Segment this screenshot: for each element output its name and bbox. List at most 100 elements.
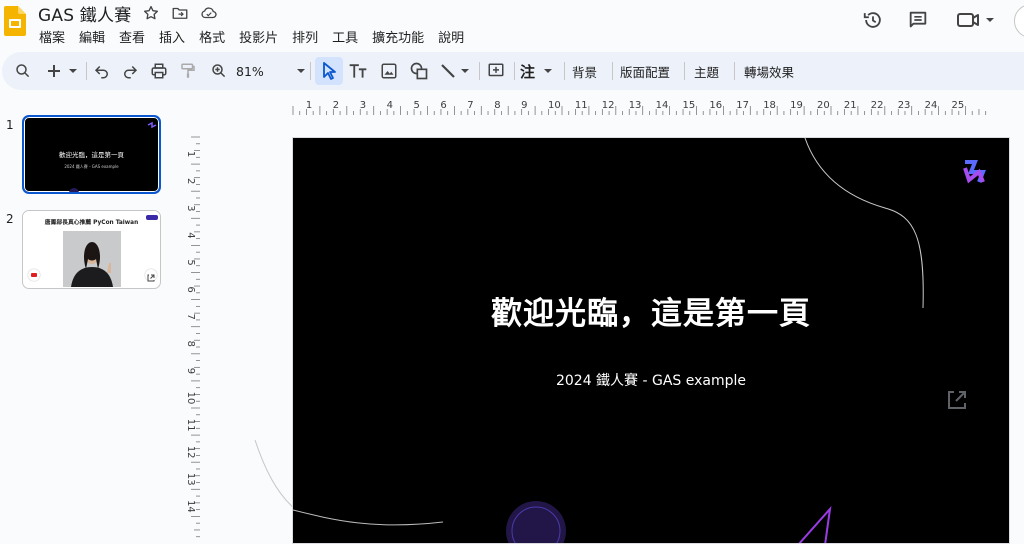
ruler-label: 12	[185, 446, 196, 459]
cursor-arrow-icon	[323, 62, 336, 80]
zoom-select[interactable]: 81%	[236, 59, 306, 83]
menu-slide[interactable]: 投影片	[232, 27, 285, 46]
meet-camera-icon[interactable]	[956, 9, 996, 31]
menu-bar: 檔案 編輯 查看 插入 格式 投影片 排列 工具 擴充功能 說明	[32, 27, 471, 46]
ruler-label: 3	[185, 205, 196, 211]
ruler-label: 16	[709, 100, 722, 111]
google-slides-logo[interactable]	[4, 6, 26, 36]
ruler-label: 20	[817, 100, 830, 111]
select-tool-button[interactable]	[315, 57, 343, 85]
slide-number: 2	[6, 212, 14, 226]
comments-icon[interactable]	[907, 9, 929, 31]
zoom-icon[interactable]	[208, 59, 230, 83]
star-icon[interactable]	[142, 4, 160, 22]
ruler-label: 9	[521, 100, 527, 111]
ruler-label: 8	[494, 100, 500, 111]
ruler-label: 10	[548, 100, 561, 111]
background-button[interactable]: 背景	[572, 59, 597, 83]
undo-icon[interactable]	[92, 59, 112, 83]
toolbar: 81% 注 背景 版面配置 主題 轉場效果	[2, 52, 1024, 90]
ruler-label: 2	[333, 100, 339, 111]
account-avatar[interactable]	[1014, 4, 1024, 38]
layout-button[interactable]: 版面配置	[620, 59, 670, 83]
insert-comment-icon[interactable]	[485, 59, 507, 83]
ruler-label: 22	[871, 100, 884, 111]
search-menus-icon[interactable]	[12, 59, 34, 83]
ruler-label: 18	[763, 100, 776, 111]
ruler-label: 10	[185, 392, 196, 405]
current-slide[interactable]: 歡迎光臨，這是第一頁 2024 鐵人賽 - GAS example	[292, 137, 1010, 544]
ruler-label: 11	[575, 100, 588, 111]
slide-number: 1	[6, 118, 14, 132]
print-icon[interactable]	[148, 59, 170, 83]
speaker-figure	[63, 231, 121, 287]
ruler-label: 1	[185, 151, 196, 157]
ruler-label: 2	[185, 178, 196, 184]
document-title[interactable]: GAS 鐵人賽	[38, 1, 131, 26]
menu-file[interactable]: 檔案	[32, 27, 72, 46]
ruler-label: 6	[440, 100, 446, 111]
transition-button[interactable]: 轉場效果	[744, 59, 794, 83]
version-history-icon[interactable]	[862, 9, 884, 31]
ruler-label: 9	[185, 368, 196, 374]
chevron-down-icon	[297, 69, 305, 73]
menu-format[interactable]: 格式	[192, 27, 232, 46]
thumbnail-decoration	[69, 121, 157, 192]
new-slide-button[interactable]	[44, 59, 80, 83]
open-in-new-icon[interactable]	[945, 388, 969, 412]
ruler-label: 17	[736, 100, 749, 111]
cloud-saved-icon[interactable]	[200, 4, 218, 22]
text-box-icon[interactable]	[347, 59, 369, 83]
background-label: 背景	[572, 64, 598, 80]
menu-insert[interactable]: 插入	[152, 27, 192, 46]
slide-subtitle[interactable]: 2024 鐵人賽 - GAS example	[293, 370, 1009, 390]
thumbnail-badge	[146, 215, 158, 220]
move-to-folder-icon[interactable]	[171, 4, 189, 22]
menu-arrange[interactable]: 排列	[285, 27, 325, 46]
ruler-label: 13	[629, 100, 642, 111]
insert-image-icon[interactable]	[378, 59, 400, 83]
ruler-label: 21	[844, 100, 857, 111]
ruler-label: 4	[185, 232, 196, 238]
slide-decoration	[293, 138, 986, 543]
redo-icon[interactable]	[120, 59, 140, 83]
slide-thumbnail-1[interactable]: 歡迎光臨，這是第一頁 2024 鐵人賽 - GAS example	[22, 115, 161, 194]
transition-label: 轉場效果	[744, 64, 795, 80]
ruler-label: 12	[602, 100, 615, 111]
vertical-ruler[interactable]: 1 2 3 4 5 6 7 8 9 10 11 12 13 14	[178, 115, 200, 544]
ruler-label: 19	[790, 100, 803, 111]
ruler-label: 14	[185, 500, 196, 513]
ruler-label: 23	[898, 100, 911, 111]
menu-extensions[interactable]: 擴充功能	[365, 27, 431, 46]
ruler-label: 4	[387, 100, 393, 111]
menu-help[interactable]: 說明	[431, 27, 471, 46]
thumbnail-title: 唐鳳部長真心推薦 PyCon Taiwan	[44, 220, 139, 226]
ruler-label: 7	[467, 100, 473, 111]
theme-button[interactable]: 主題	[694, 59, 719, 83]
menu-tools[interactable]: 工具	[325, 27, 365, 46]
ruler-label: 5	[185, 259, 196, 265]
ruler-label: 15	[683, 100, 696, 111]
slide-thumbnail-2[interactable]: 唐鳳部長真心推薦 PyCon Taiwan	[22, 210, 161, 289]
ruler-label: 3	[360, 100, 366, 111]
slide-title[interactable]: 歡迎光臨，這是第一頁	[293, 288, 1009, 333]
ruler-label: 5	[414, 100, 420, 111]
comment-mode-button[interactable]: 注	[520, 59, 560, 83]
ruler-label: 13	[185, 473, 196, 486]
comment-mode-label: 注	[520, 62, 536, 81]
line-tool-button[interactable]	[438, 59, 474, 83]
thumbnail-header: 唐鳳部長真心推薦 PyCon Taiwan	[23, 211, 160, 231]
menu-edit[interactable]: 編輯	[72, 27, 112, 46]
shape-icon[interactable]	[408, 59, 430, 83]
ruler-label: 6	[185, 286, 196, 292]
ruler-label: 25	[952, 100, 965, 111]
theme-label: 主題	[694, 64, 720, 80]
paint-format-icon[interactable]	[178, 59, 198, 83]
horizontal-ruler[interactable]: 1 2 3 4 5 6 7 8 9 10 11 12 13 14 15 16 17 18 19 20 21 22 23 24 2…	[200, 97, 1024, 115]
ruler-label: 14	[656, 100, 669, 111]
open-link-icon[interactable]	[145, 269, 157, 282]
youtube-icon[interactable]	[28, 269, 40, 281]
menu-view[interactable]: 查看	[112, 27, 152, 46]
ruler-label: 8	[185, 341, 196, 347]
ruler-label: 24	[925, 100, 938, 111]
